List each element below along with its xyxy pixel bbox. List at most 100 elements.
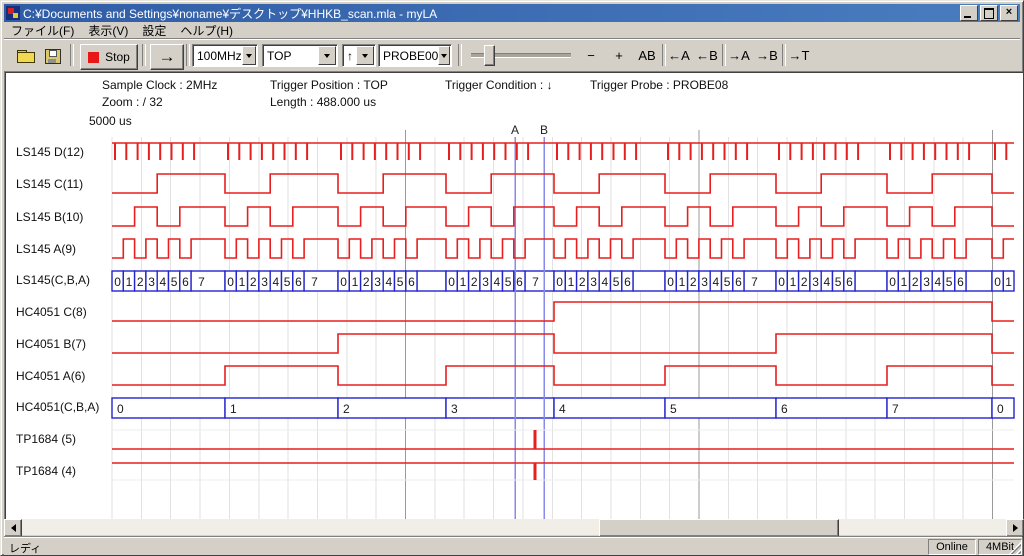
zoom-slider-thumb[interactable] <box>484 45 495 66</box>
close-button[interactable]: × <box>1000 5 1018 21</box>
bus-cell-label: 3 <box>701 275 708 289</box>
bus-cell <box>304 271 338 291</box>
bus-cell <box>665 398 776 418</box>
run-button[interactable]: → <box>150 44 184 70</box>
bus-cell-label: 1 <box>126 275 133 289</box>
menu-settings[interactable]: 設定 <box>135 21 173 40</box>
chevron-down-icon[interactable] <box>356 46 374 65</box>
bus-cell <box>744 271 776 291</box>
trigger-position-select[interactable]: TOP <box>262 44 338 67</box>
bus-cell-label: 7 <box>532 275 539 289</box>
stop-button[interactable]: Stop <box>80 44 138 70</box>
bus-cell-label: 4 <box>824 275 831 289</box>
save-file-button[interactable] <box>42 44 64 68</box>
stop-square-icon <box>88 52 99 63</box>
move-left-to-a-button[interactable]: ←A <box>666 44 692 66</box>
bus-cell-label: 0 <box>667 275 674 289</box>
run-arrow-icon: → <box>159 47 176 67</box>
app-icon <box>6 6 20 20</box>
bus-cell <box>887 398 992 418</box>
save-floppy-icon <box>45 49 61 64</box>
menu-file[interactable]: ファイル(F) <box>4 21 81 40</box>
move-right-to-a-button[interactable]: →A <box>726 44 752 66</box>
open-file-button[interactable] <box>14 44 38 68</box>
toolbar-separator <box>186 44 190 66</box>
bus-cell-label: 5 <box>724 275 731 289</box>
cursor-b-label: B <box>540 123 548 137</box>
bus-cell-label: 6 <box>735 275 742 289</box>
sample-clock-select[interactable]: 100MHz <box>192 44 258 67</box>
scroll-left-button[interactable] <box>4 519 22 537</box>
bus-cell-label: 3 <box>590 275 597 289</box>
move-left-to-b-button[interactable]: ←B <box>694 44 720 66</box>
minimize-button[interactable] <box>960 5 978 21</box>
bus-cell-label: 0 <box>889 275 896 289</box>
scrollbar-thumb[interactable] <box>599 519 839 537</box>
chevron-down-icon[interactable] <box>438 46 450 65</box>
maximize-button[interactable] <box>980 5 998 21</box>
bus-cell <box>525 271 554 291</box>
bus-cell-label: 5 <box>946 275 953 289</box>
bus-cell-label: 2 <box>343 402 350 416</box>
bus-cell-label: 2 <box>250 275 257 289</box>
bus-cell <box>776 398 887 418</box>
sample-clock-value: 100MHz <box>193 49 242 63</box>
toolbar: Stop → 100MHz TOP ↑ PROBE00 − + AB ←A ←B… <box>4 39 1020 71</box>
bus-cell-label: 5 <box>835 275 842 289</box>
bus-cell-label: 6 <box>957 275 964 289</box>
bus-cell-label: 3 <box>451 402 458 416</box>
bus-cell <box>446 398 554 418</box>
bus-cell-label: 7 <box>751 275 758 289</box>
chevron-down-icon[interactable] <box>318 46 336 65</box>
bus-cell-label: 0 <box>340 275 347 289</box>
bus-cell-label: 6 <box>516 275 523 289</box>
resize-grip[interactable] <box>1009 542 1021 554</box>
bus-cell-label: 6 <box>781 402 788 416</box>
waveform-line <box>112 366 1014 385</box>
bus-cell-label: 5 <box>171 275 178 289</box>
bus-cell-label: 5 <box>670 402 677 416</box>
menu-view[interactable]: 表示(V) <box>81 21 135 40</box>
bus-cell-label: 0 <box>556 275 563 289</box>
timing-diagram: 0123456701234567012345601234567012345601… <box>5 72 1023 520</box>
bus-cell-label: 4 <box>602 275 609 289</box>
bus-cell <box>338 398 446 418</box>
horizontal-scrollbar[interactable] <box>4 519 1022 535</box>
bus-cell-label: 2 <box>912 275 919 289</box>
bus-cell-label: 4 <box>273 275 280 289</box>
bus-cell-label: 1 <box>239 275 246 289</box>
waveform-line <box>112 334 1014 353</box>
probe-value: PROBE00 <box>379 49 438 63</box>
status-online-badge: Online <box>928 539 976 555</box>
goto-trigger-button[interactable]: →T <box>786 44 812 66</box>
bus-cell-label: 6 <box>846 275 853 289</box>
open-folder-icon <box>17 50 35 63</box>
bus-cell <box>112 398 225 418</box>
bus-cell-label: 0 <box>448 275 455 289</box>
bus-cell-label: 1 <box>679 275 686 289</box>
title-bar: C:¥Documents and Settings¥noname¥デスクトップ¥… <box>4 4 1020 22</box>
probe-select[interactable]: PROBE00 <box>378 44 452 67</box>
bus-cell-label: 0 <box>114 275 121 289</box>
zoom-out-button[interactable]: − <box>580 44 602 66</box>
bus-cell-label: 1 <box>230 402 237 416</box>
bus-cell-label: 0 <box>117 402 124 416</box>
bus-cell-label: 5 <box>613 275 620 289</box>
move-right-to-b-button[interactable]: →B <box>754 44 780 66</box>
bus-cell-label: 6 <box>624 275 631 289</box>
toolbar-separator <box>142 44 146 66</box>
ab-cursors-button[interactable]: AB <box>634 44 660 66</box>
scroll-right-button[interactable] <box>1006 519 1024 537</box>
chevron-down-icon[interactable] <box>242 46 256 65</box>
bus-cell-label: 6 <box>408 275 415 289</box>
status-bar: レディ Online 4MBit <box>4 537 1022 555</box>
bus-cell-label: 1 <box>1005 275 1012 289</box>
menu-help[interactable]: ヘルプ(H) <box>173 21 240 40</box>
left-arrow-icon <box>11 524 16 532</box>
trigger-edge-select[interactable]: ↑ <box>342 44 376 67</box>
zoom-in-button[interactable]: + <box>608 44 630 66</box>
window-title: C:¥Documents and Settings¥noname¥デスクトップ¥… <box>23 5 960 22</box>
bus-cell <box>191 271 225 291</box>
bus-cell-label: 3 <box>812 275 819 289</box>
bus-cell-label: 3 <box>148 275 155 289</box>
